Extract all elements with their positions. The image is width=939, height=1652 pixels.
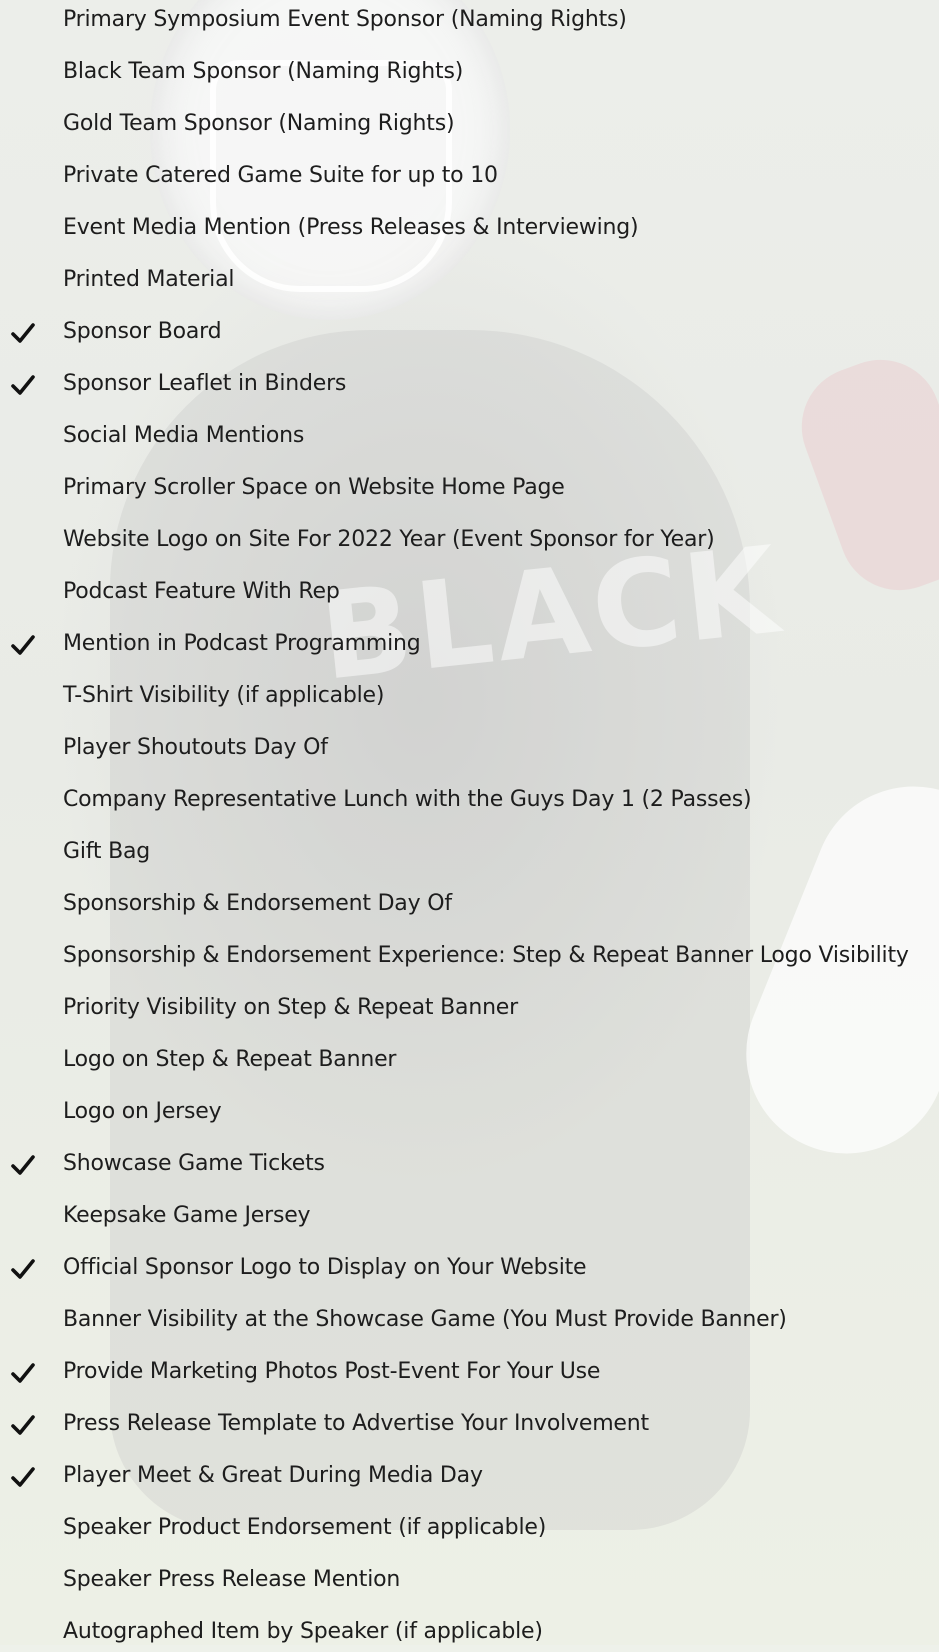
benefit-label: Provide Marketing Photos Post-Event For … <box>63 1359 601 1384</box>
benefit-item: Website Logo on Site For 2022 Year (Even… <box>0 520 939 560</box>
benefit-item: Logo on Jersey <box>0 1092 939 1132</box>
benefit-label: Player Meet & Great During Media Day <box>63 1463 483 1488</box>
benefit-label: Autographed Item by Speaker (if applicab… <box>63 1619 543 1644</box>
check-icon <box>10 320 36 346</box>
benefit-item: Social Media Mentions <box>0 416 939 456</box>
benefit-label: T-Shirt Visibility (if applicable) <box>63 683 385 708</box>
benefit-item: Event Media Mention (Press Releases & In… <box>0 208 939 248</box>
benefit-item: Private Catered Game Suite for up to 10 <box>0 156 939 196</box>
benefit-item: Black Team Sponsor (Naming Rights) <box>0 52 939 92</box>
benefit-label: Player Shoutouts Day Of <box>63 735 328 760</box>
benefit-item: Priority Visibility on Step & Repeat Ban… <box>0 988 939 1028</box>
benefit-item: Sponsorship & Endorsement Experience: St… <box>0 936 939 976</box>
check-icon <box>10 632 36 658</box>
benefit-item: Provide Marketing Photos Post-Event For … <box>0 1352 939 1392</box>
benefit-label: Printed Material <box>63 267 235 292</box>
benefit-item: Sponsorship & Endorsement Day Of <box>0 884 939 924</box>
benefit-label: Sponsorship & Endorsement Day Of <box>63 891 452 916</box>
benefit-label: Speaker Product Endorsement (if applicab… <box>63 1515 547 1540</box>
check-icon <box>10 1412 36 1438</box>
benefit-item: Logo on Step & Repeat Banner <box>0 1040 939 1080</box>
benefit-label: Company Representative Lunch with the Gu… <box>63 787 752 812</box>
benefit-label: Gold Team Sponsor (Naming Rights) <box>63 111 455 136</box>
benefit-label: Primary Symposium Event Sponsor (Naming … <box>63 7 627 32</box>
benefit-label: Priority Visibility on Step & Repeat Ban… <box>63 995 518 1020</box>
benefit-label: Keepsake Game Jersey <box>63 1203 311 1228</box>
benefit-item: Primary Symposium Event Sponsor (Naming … <box>0 0 939 40</box>
benefit-item: Speaker Press Release Mention <box>0 1560 939 1600</box>
benefit-label: Social Media Mentions <box>63 423 305 448</box>
check-icon <box>10 372 36 398</box>
benefit-item: Keepsake Game Jersey <box>0 1196 939 1236</box>
benefit-label: Sponsor Leaflet in Binders <box>63 371 347 396</box>
check-icon <box>10 1152 36 1178</box>
benefit-label: Mention in Podcast Programming <box>63 631 421 656</box>
benefit-item: Banner Visibility at the Showcase Game (… <box>0 1300 939 1340</box>
benefit-item: Press Release Template to Advertise Your… <box>0 1404 939 1444</box>
benefit-label: Official Sponsor Logo to Display on Your… <box>63 1255 587 1280</box>
benefit-item: Podcast Feature With Rep <box>0 572 939 612</box>
benefit-item: Official Sponsor Logo to Display on Your… <box>0 1248 939 1288</box>
check-icon <box>10 1360 36 1386</box>
benefit-label: Sponsor Board <box>63 319 222 344</box>
benefit-item: Sponsor Board <box>0 312 939 352</box>
benefit-label: Speaker Press Release Mention <box>63 1567 401 1592</box>
benefit-label: Logo on Step & Repeat Banner <box>63 1047 397 1072</box>
benefit-item: Primary Scroller Space on Website Home P… <box>0 468 939 508</box>
benefit-item: T-Shirt Visibility (if applicable) <box>0 676 939 716</box>
benefit-label: Sponsorship & Endorsement Experience: St… <box>63 943 909 968</box>
benefit-item: Player Shoutouts Day Of <box>0 728 939 768</box>
benefit-item: Speaker Product Endorsement (if applicab… <box>0 1508 939 1548</box>
benefit-label: Event Media Mention (Press Releases & In… <box>63 215 639 240</box>
benefit-label: Gift Bag <box>63 839 151 864</box>
benefit-item: Company Representative Lunch with the Gu… <box>0 780 939 820</box>
check-icon <box>10 1256 36 1282</box>
benefit-item: Sponsor Leaflet in Binders <box>0 364 939 404</box>
benefit-label: Primary Scroller Space on Website Home P… <box>63 475 565 500</box>
check-icon <box>10 1464 36 1490</box>
benefit-label: Press Release Template to Advertise Your… <box>63 1411 649 1436</box>
benefit-label: Logo on Jersey <box>63 1099 222 1124</box>
benefit-item: Player Meet & Great During Media Day <box>0 1456 939 1496</box>
benefit-label: Podcast Feature With Rep <box>63 579 340 604</box>
benefit-label: Website Logo on Site For 2022 Year (Even… <box>63 527 715 552</box>
benefit-item: Gift Bag <box>0 832 939 872</box>
benefit-label: Private Catered Game Suite for up to 10 <box>63 163 498 188</box>
benefit-label: Showcase Game Tickets <box>63 1151 325 1176</box>
benefit-label: Banner Visibility at the Showcase Game (… <box>63 1307 787 1332</box>
benefit-item: Mention in Podcast Programming <box>0 624 939 664</box>
benefit-label: Black Team Sponsor (Naming Rights) <box>63 59 464 84</box>
benefit-item: Showcase Game Tickets <box>0 1144 939 1184</box>
benefit-item: Autographed Item by Speaker (if applicab… <box>0 1612 939 1652</box>
benefit-item: Gold Team Sponsor (Naming Rights) <box>0 104 939 144</box>
benefit-item: Printed Material <box>0 260 939 300</box>
